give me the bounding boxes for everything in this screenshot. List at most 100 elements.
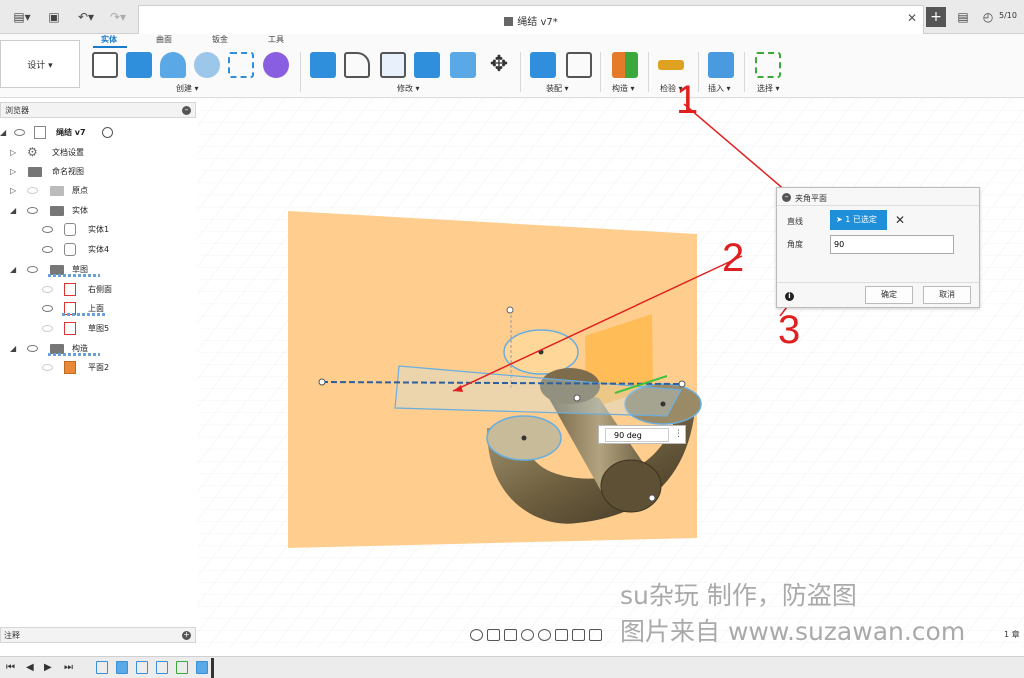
angle-manipulator-input[interactable] [605,428,669,442]
select-icon[interactable] [755,52,781,78]
visibility-off-icon[interactable] [42,364,53,371]
play-icon[interactable]: ▶ [44,663,54,673]
orbit-icon[interactable] [470,629,483,641]
tree-item-sketch5[interactable]: 草图5 [0,320,196,338]
save-icon[interactable]: ▣ [46,8,62,26]
more-options-icon[interactable]: ⋮ [674,429,683,439]
tree-item-named-views[interactable]: ▷ 命名视图 [0,163,196,181]
tree-item-sketches[interactable]: ◢ 草图 [0,261,196,279]
fillet-icon[interactable] [344,52,370,78]
model-canvas[interactable] [197,98,1024,648]
step-back-icon[interactable]: ◀ [26,663,36,673]
redo-icon[interactable]: ↷▾ [106,8,130,26]
comments-icon[interactable]: ▤ [955,8,971,26]
pan-icon[interactable] [504,629,517,641]
visibility-off-icon[interactable] [27,187,38,194]
expand-icon[interactable]: ▷ [10,148,16,157]
form-icon[interactable] [263,52,289,78]
create-sketch-icon[interactable] [92,52,118,78]
collapse-icon[interactable]: ◢ [10,265,16,274]
workspace-switcher[interactable]: 设计 ▾ [0,40,80,88]
ok-button[interactable]: 确定 [865,286,913,304]
timeline-extrude-icon[interactable] [116,661,128,674]
plane-at-angle-icon[interactable] [612,52,638,78]
move-icon[interactable]: ✥ [486,52,512,78]
timeline-sweep-icon[interactable] [196,661,208,674]
active-component-icon[interactable] [102,127,113,138]
document-tab[interactable]: 绳结 v7* ✕ [138,5,924,34]
joint-icon[interactable] [566,52,592,78]
timeline-sketch-icon[interactable] [96,661,108,674]
press-pull-icon[interactable] [310,52,336,78]
collapse-icon[interactable]: ◢ [10,206,16,215]
tab-surface[interactable]: 曲面 [156,34,172,45]
close-tab-icon[interactable]: ✕ [907,11,917,25]
jobs-icon[interactable]: ◴ [980,8,996,26]
hole-icon[interactable] [194,52,220,78]
go-to-start-icon[interactable]: ⏮ [6,663,16,673]
group-modify[interactable]: 修改 ▾ [397,83,420,94]
timeline-sketch-icon[interactable] [156,661,168,674]
tree-item-origin[interactable]: ▷ 原点 [0,182,196,200]
visibility-icon[interactable] [27,266,38,273]
tree-item-root[interactable]: ◢ 绳结 v7 [0,124,196,142]
tree-item-body1[interactable]: 实体1 [0,221,196,239]
collapse-icon[interactable]: ◢ [10,344,16,353]
info-icon[interactable]: i [785,292,794,301]
revolve-icon[interactable] [160,52,186,78]
measure-icon[interactable] [658,60,684,70]
group-assemble[interactable]: 装配 ▾ [546,83,569,94]
insert-image-icon[interactable] [708,52,734,78]
line-endpoint-handle[interactable] [678,380,686,388]
display-settings-icon[interactable] [555,629,568,641]
go-to-end-icon[interactable]: ⏭ [64,663,74,673]
group-insert[interactable]: 插入 ▾ [708,83,731,94]
collapse-browser-icon[interactable]: – [182,106,191,115]
tab-tools[interactable]: 工具 [268,34,284,45]
visibility-off-icon[interactable] [42,286,53,293]
line-selection-button[interactable]: ➤ 1 已选定 [830,210,887,230]
visibility-icon[interactable] [42,226,53,233]
extrude-icon[interactable] [126,52,152,78]
canvas-viewport[interactable] [197,98,1024,648]
pattern-icon[interactable] [228,52,254,78]
split-body-icon[interactable] [450,52,476,78]
new-component-icon[interactable] [530,52,556,78]
tree-item-body4[interactable]: 实体4 [0,241,196,259]
cylinder-end-face[interactable] [600,459,662,513]
tab-sheet-metal[interactable]: 钣金 [212,34,228,45]
shell-icon[interactable] [380,52,406,78]
visibility-icon[interactable] [42,305,53,312]
collapse-dialog-icon[interactable]: – [782,193,791,202]
zoom-icon[interactable] [521,629,534,641]
file-menu-icon[interactable]: ▤▾ [10,8,34,26]
visibility-icon[interactable] [14,129,25,136]
group-construct[interactable]: 构造 ▾ [612,83,635,94]
visibility-icon[interactable] [27,207,38,214]
angle-input[interactable] [830,235,954,254]
timeline-sketch-icon[interactable] [136,661,148,674]
tree-item-sketch-top[interactable]: 上面 [0,300,196,318]
new-tab-button[interactable]: + [926,7,946,27]
timeline-marker[interactable] [211,658,214,678]
visibility-icon[interactable] [42,246,53,253]
collapse-icon[interactable]: ◢ [0,128,6,137]
tree-item-plane2[interactable]: 平面2 [0,359,196,377]
add-comment-icon[interactable]: + [182,631,191,640]
undo-icon[interactable]: ↶▾ [74,8,98,26]
line-endpoint-handle[interactable] [318,378,326,386]
zoom-window-icon[interactable] [538,629,551,641]
rotate-handle[interactable] [573,394,581,402]
visibility-off-icon[interactable] [42,325,53,332]
grid-settings-icon[interactable] [572,629,585,641]
tree-item-construction[interactable]: ◢ 构造 [0,340,196,358]
tree-item-document-settings[interactable]: ▷ ⚙ 文档设置 [0,144,196,162]
viewports-icon[interactable] [589,629,602,641]
look-at-icon[interactable] [487,629,500,641]
tab-solid[interactable]: 实体 [101,34,117,45]
group-create[interactable]: 创建 ▾ [176,83,199,94]
expand-icon[interactable]: ▷ [10,167,16,176]
combine-icon[interactable] [414,52,440,78]
tree-item-bodies[interactable]: ◢ 实体 [0,202,196,220]
point-handle[interactable] [648,494,656,502]
